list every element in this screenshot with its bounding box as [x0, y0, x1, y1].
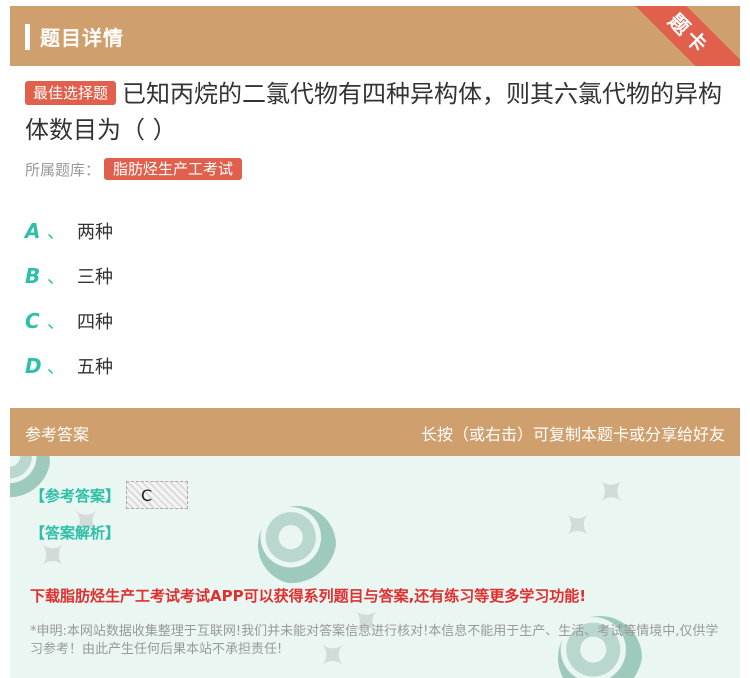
option-separator: 、	[47, 356, 65, 378]
question-stem: 最佳选择题 已知丙烷的二氯代物有四种异构体，则其六氯代物的异构体数目为（ ）	[25, 76, 725, 148]
option-text: 五种	[77, 356, 113, 378]
option-letter: D	[25, 353, 42, 378]
disclaimer-text: *申明:本网站数据收集整理于互联网!我们并未能对答案信息进行核对!本信息不能用于…	[30, 624, 719, 657]
watermark-mark: ✦ ✦	[550, 464, 641, 554]
option-letter: B	[25, 263, 41, 288]
option-separator: 、	[47, 311, 65, 333]
option-text: 四种	[77, 311, 113, 333]
question-source: 所属题库： 脂肪烃生产工考试	[25, 158, 243, 180]
source-label: 所属题库：	[25, 160, 101, 179]
question-text: 已知丙烷的二氯代物有四种异构体，则其六氯代物的异构体数目为（ ）	[25, 80, 723, 144]
question-card: 题目详情 题卡 最佳选择题 已知丙烷的二氯代物有四种异构体，则其六氯代物的异构体数…	[10, 0, 740, 678]
option-a[interactable]: A 、 两种	[25, 208, 625, 253]
page-title: 题目详情	[40, 26, 124, 50]
reference-answer: 【参考答案】 C	[30, 481, 189, 509]
answer-analysis-label: 【答案解析】	[30, 524, 121, 542]
answer-label: 【参考答案】	[30, 486, 121, 505]
answer-value: C	[126, 481, 189, 509]
corner-ribbon: 题卡	[623, 6, 740, 66]
option-separator: 、	[47, 221, 65, 243]
option-b[interactable]: B 、 三种	[25, 253, 625, 298]
option-c[interactable]: C 、 四种	[25, 298, 625, 343]
card-header: 题目详情 题卡	[10, 6, 740, 66]
question-type-badge: 最佳选择题	[25, 81, 117, 105]
answer-section-header: 参考答案 长按（或右击）可复制本题卡或分享给好友	[10, 408, 740, 456]
question-bank-tag[interactable]: 脂肪烃生产工考试	[104, 158, 243, 180]
header-accent-bar	[25, 24, 30, 50]
answer-section-body: ✦ ✦ ✦ ✦ ✦ ✦ 【参考答案】 C 【答案解析】 下载脂肪烃生产工考试考试…	[10, 456, 740, 678]
share-hint: 长按（或右击）可复制本题卡或分享给好友	[420, 425, 725, 444]
option-letter: C	[25, 308, 40, 333]
option-separator: 、	[47, 266, 65, 288]
options-list: A 、 两种 B 、 三种 C 、 四种 D 、 五种	[25, 208, 625, 388]
watermark-swirl-icon	[258, 506, 336, 584]
option-d[interactable]: D 、 五种	[25, 343, 625, 388]
option-letter: A	[25, 218, 41, 243]
option-text: 三种	[77, 266, 113, 288]
option-text: 两种	[77, 221, 113, 243]
app-download-promo[interactable]: 下载脂肪烃生产工考试考试APP可以获得系列题目与答案,还有练习等更多学习功能!	[30, 585, 586, 606]
answer-section-title: 参考答案	[25, 425, 90, 444]
